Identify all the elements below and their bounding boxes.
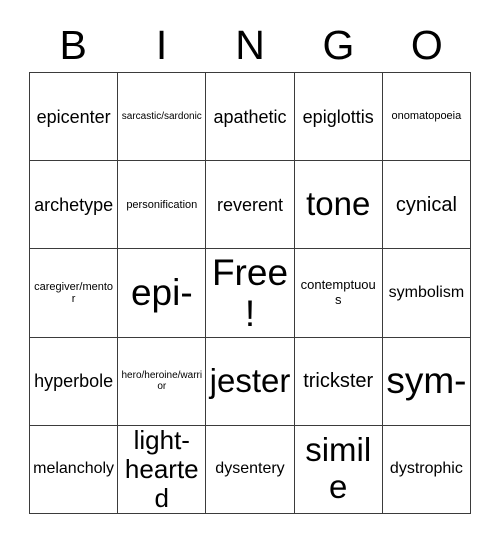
bingo-cell[interactable]: trickster — [294, 337, 383, 426]
bingo-cell-label: onomatopoeia — [391, 110, 462, 123]
header-letter-i: I — [155, 21, 168, 68]
bingo-cell-label: simile — [305, 431, 372, 506]
header-letter-o: O — [410, 21, 443, 68]
bingo-card: B I N G O epicenter sarcastic/sardonic apa… — [0, 0, 500, 544]
header-letter-g: G — [322, 21, 355, 68]
bingo-header: B I N G O — [29, 18, 471, 72]
bingo-cell-label: tone — [306, 185, 371, 223]
bingo-cell[interactable]: light-hearted — [118, 425, 207, 514]
bingo-cell[interactable]: onomatopoeia — [382, 73, 471, 162]
bingo-cell-label: jester — [209, 361, 291, 399]
bingo-cell-label: epiglottis — [302, 106, 374, 127]
bingo-cell-label: personification — [126, 198, 198, 211]
bingo-cell-label: epi- — [130, 272, 193, 314]
bingo-cell[interactable]: cynical — [382, 161, 471, 250]
bingo-cell-label: light-hearted — [124, 425, 199, 513]
bingo-grid: epicenter sarcastic/sardonic apathetic epig… — [29, 72, 471, 514]
bingo-cell-label: contemptuous — [300, 277, 376, 307]
bingo-cell[interactable]: simile — [294, 425, 383, 514]
bingo-cell-label: caregiver/mentor — [34, 280, 114, 305]
bingo-cell-label: melancholy — [33, 460, 115, 478]
bingo-cell[interactable]: epiglottis — [294, 73, 383, 162]
bingo-cell[interactable]: epi- — [118, 249, 207, 338]
bingo-cell-label: dysentery — [215, 460, 285, 478]
bingo-cell-label: reverent — [216, 194, 284, 215]
bingo-cell-label: trickster — [303, 370, 374, 392]
bingo-cell[interactable]: reverent — [206, 161, 295, 250]
bingo-cell-label: Free! — [211, 251, 289, 334]
bingo-cell-label: cynical — [395, 193, 457, 216]
bingo-cell[interactable]: Free! — [206, 249, 295, 338]
bingo-cell-label: sym- — [386, 360, 467, 402]
bingo-cell-label: hyperbole — [34, 371, 114, 392]
bingo-cell[interactable]: symbolism — [382, 249, 471, 338]
bingo-cell[interactable]: hero/heroine/warrior — [118, 337, 207, 426]
bingo-cell[interactable]: sym- — [382, 337, 471, 426]
bingo-cell-label: apathetic — [213, 106, 287, 127]
bingo-cell[interactable]: hyperbole — [30, 337, 119, 426]
bingo-cell[interactable]: epicenter — [30, 73, 119, 162]
bingo-cell-label: dystrophic — [389, 460, 463, 478]
bingo-cell[interactable]: jester — [206, 337, 295, 426]
bingo-cell[interactable]: dystrophic — [382, 425, 471, 514]
bingo-cell[interactable]: tone — [294, 161, 383, 250]
bingo-cell-label: archetype — [34, 194, 114, 215]
bingo-cell-label: symbolism — [388, 284, 465, 302]
header-letter-n: N — [235, 21, 265, 68]
bingo-cell[interactable]: caregiver/mentor — [30, 249, 119, 338]
bingo-cell[interactable]: dysentery — [206, 425, 295, 514]
bingo-cell[interactable]: personification — [118, 161, 207, 250]
bingo-cell-label: sarcastic/sardonic — [121, 111, 202, 122]
bingo-cell[interactable]: melancholy — [30, 425, 119, 514]
bingo-cell[interactable]: contemptuous — [294, 249, 383, 338]
bingo-cell[interactable]: sarcastic/sardonic — [118, 73, 207, 162]
bingo-cell-label: hero/heroine/warrior — [121, 370, 203, 393]
header-letter-b: B — [59, 21, 87, 68]
bingo-cell[interactable]: archetype — [30, 161, 119, 250]
bingo-cell[interactable]: apathetic — [206, 73, 295, 162]
bingo-cell-label: epicenter — [36, 106, 111, 127]
